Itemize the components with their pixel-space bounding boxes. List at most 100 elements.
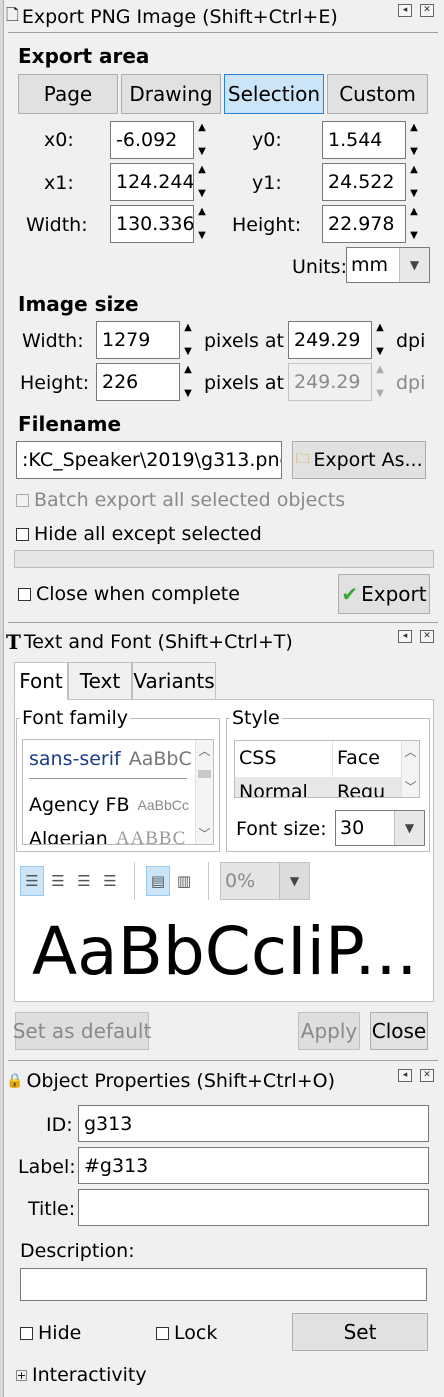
image-width-spinner[interactable]: ▲ ▼ bbox=[182, 323, 194, 357]
line-spacing-select: 0% ▼ bbox=[220, 862, 310, 900]
style-column-css: CSS bbox=[239, 747, 277, 769]
font-preview: AaBbCcIiP... bbox=[32, 913, 418, 990]
style-list[interactable]: CSS Face Normal Regu ︿ ﹀ bbox=[234, 740, 420, 798]
area-height-input[interactable]: 22.978 bbox=[322, 205, 406, 243]
area-width-label: Width: bbox=[26, 214, 88, 236]
chevron-down-icon[interactable]: ﹀ bbox=[402, 778, 419, 795]
x1-label: x1: bbox=[44, 172, 74, 194]
close-icon[interactable]: ✕ bbox=[420, 630, 434, 643]
selection-button[interactable]: Selection bbox=[224, 74, 324, 114]
align-center-icon[interactable]: ☰ bbox=[46, 866, 70, 896]
chevron-down-icon: ▼ bbox=[399, 248, 429, 282]
y0-spinner[interactable]: ▲ ▼ bbox=[408, 123, 420, 157]
divider bbox=[208, 862, 209, 900]
filename-heading: Filename bbox=[18, 412, 122, 436]
lock-checkbox[interactable]: Lock bbox=[156, 1322, 217, 1344]
tab-variants[interactable]: Variants bbox=[132, 662, 216, 700]
align-right-icon[interactable]: ☰ bbox=[72, 866, 96, 896]
close-when-complete-checkbox[interactable]: Close when complete bbox=[18, 583, 240, 605]
close-icon[interactable]: ✕ bbox=[420, 1069, 434, 1082]
x0-spinner[interactable]: ▲ ▼ bbox=[196, 123, 208, 157]
description-textarea[interactable] bbox=[20, 1268, 427, 1301]
y1-spinner[interactable]: ▲ ▼ bbox=[408, 165, 420, 199]
expand-icon[interactable]: + bbox=[16, 1369, 27, 1381]
label-input[interactable]: #g313 bbox=[78, 1147, 429, 1184]
image-width-input[interactable]: 1279 bbox=[96, 321, 180, 359]
custom-button[interactable]: Custom bbox=[327, 74, 428, 114]
align-left-icon[interactable]: ☰ bbox=[20, 866, 44, 896]
label-label: Label: bbox=[18, 1156, 76, 1178]
export-area-heading: Export area bbox=[18, 44, 150, 68]
units-select[interactable]: mm ▼ bbox=[346, 247, 430, 283]
y1-input[interactable]: 24.522 bbox=[322, 163, 406, 201]
dpi-y-spinner: ▲ ▼ bbox=[376, 364, 384, 399]
export-as-button[interactable]: 🗀 Export As... bbox=[292, 441, 426, 479]
hide-all-checkbox[interactable]: Hide all except selected bbox=[16, 523, 262, 545]
chevron-down-icon[interactable]: ﹀ bbox=[196, 825, 213, 842]
object-props-panel-title: 🔒 Object Properties (Shift+Ctrl+O) bbox=[6, 1070, 336, 1092]
id-input[interactable]: g313 bbox=[78, 1105, 429, 1142]
x1-input[interactable]: 124.244 bbox=[110, 163, 194, 201]
units-label: Units: bbox=[292, 256, 347, 278]
tab-font[interactable]: Font bbox=[14, 662, 68, 700]
x0-input[interactable]: -6.092 bbox=[110, 121, 194, 159]
iconify-icon[interactable]: ◂ bbox=[398, 1069, 412, 1082]
area-width-spinner[interactable]: ▲ ▼ bbox=[196, 207, 208, 241]
font-family-list[interactable]: sans-serif AaBbC Agency FB AaBbCc Algeri… bbox=[22, 739, 214, 845]
y1-label: y1: bbox=[252, 172, 282, 194]
close-button[interactable]: Close bbox=[370, 1012, 428, 1050]
horizontal-text-icon[interactable]: ▤ bbox=[146, 866, 170, 896]
divider bbox=[29, 778, 187, 779]
tab-text[interactable]: Text bbox=[68, 662, 132, 700]
divider bbox=[8, 622, 438, 623]
title-input[interactable] bbox=[78, 1189, 429, 1226]
divider bbox=[8, 1060, 438, 1061]
object-properties-icon: 🔒 bbox=[6, 1073, 24, 1089]
batch-export-checkbox: Batch export all selected objects bbox=[16, 489, 345, 511]
area-height-spinner[interactable]: ▲ ▼ bbox=[408, 207, 420, 241]
close-icon[interactable]: ✕ bbox=[420, 4, 434, 17]
align-justify-icon[interactable]: ☰ bbox=[98, 866, 122, 896]
pixels-at-label: pixels at bbox=[204, 330, 284, 352]
set-button[interactable]: Set bbox=[292, 1313, 428, 1351]
x1-spinner[interactable]: ▲ ▼ bbox=[196, 165, 208, 199]
scroll-thumb[interactable] bbox=[198, 770, 211, 778]
font-list-scrollbar[interactable]: ︿ ﹀ bbox=[195, 740, 213, 844]
font-size-select[interactable]: 30 ▼ bbox=[335, 810, 425, 846]
iconify-icon[interactable]: ◂ bbox=[398, 630, 412, 643]
dpi-x-input[interactable]: 249.29 bbox=[288, 321, 372, 359]
list-item[interactable]: Algerian AABBC bbox=[23, 824, 195, 844]
drawing-button[interactable]: Drawing bbox=[121, 74, 221, 114]
y0-input[interactable]: 1.544 bbox=[322, 121, 406, 159]
text-font-panel-title: T Text and Font (Shift+Ctrl+T) bbox=[6, 630, 293, 654]
export-button[interactable]: ✔ Export bbox=[338, 574, 430, 614]
set-as-default-button: Set as default bbox=[13, 1012, 151, 1050]
title-label: Title: bbox=[28, 1198, 76, 1220]
chevron-up-icon[interactable]: ︿ bbox=[196, 742, 213, 759]
list-item[interactable]: Agency FB AaBbCc bbox=[23, 790, 195, 820]
export-panel-title: 🗋 Export PNG Image (Shift+Ctrl+E) bbox=[6, 2, 338, 32]
filename-input[interactable]: :KC_Speaker\2019\g313.png bbox=[16, 441, 282, 479]
vertical-text-icon[interactable]: ▥ bbox=[172, 866, 196, 896]
style-label: Style bbox=[230, 707, 282, 729]
style-row[interactable]: Normal Regu bbox=[235, 777, 401, 797]
interactivity-expander[interactable]: + Interactivity bbox=[16, 1364, 147, 1386]
image-height-spinner[interactable]: ▲ ▼ bbox=[182, 365, 194, 399]
x0-label: x0: bbox=[44, 129, 74, 151]
area-width-input[interactable]: 130.336 bbox=[110, 205, 194, 243]
chevron-up-icon[interactable]: ︿ bbox=[402, 743, 419, 760]
area-height-label: Height: bbox=[232, 214, 302, 236]
checkmark-icon: ✔ bbox=[341, 582, 359, 606]
list-item[interactable]: sans-serif AaBbC bbox=[23, 744, 195, 774]
chevron-down-icon: ▼ bbox=[394, 811, 424, 845]
image-size-heading: Image size bbox=[18, 292, 139, 316]
image-height-input[interactable]: 226 bbox=[96, 363, 180, 401]
iconify-icon[interactable]: ◂ bbox=[398, 4, 412, 17]
image-height-label: Height: bbox=[20, 372, 90, 394]
document-icon: 🗋 bbox=[6, 4, 19, 24]
page-button[interactable]: Page bbox=[18, 74, 118, 114]
dpi-y-input: 249.29 bbox=[288, 363, 372, 401]
dpi-x-spinner[interactable]: ▲ ▼ bbox=[374, 323, 386, 357]
hide-checkbox[interactable]: Hide bbox=[20, 1322, 81, 1344]
style-list-scrollbar[interactable]: ︿ ﹀ bbox=[401, 741, 419, 797]
